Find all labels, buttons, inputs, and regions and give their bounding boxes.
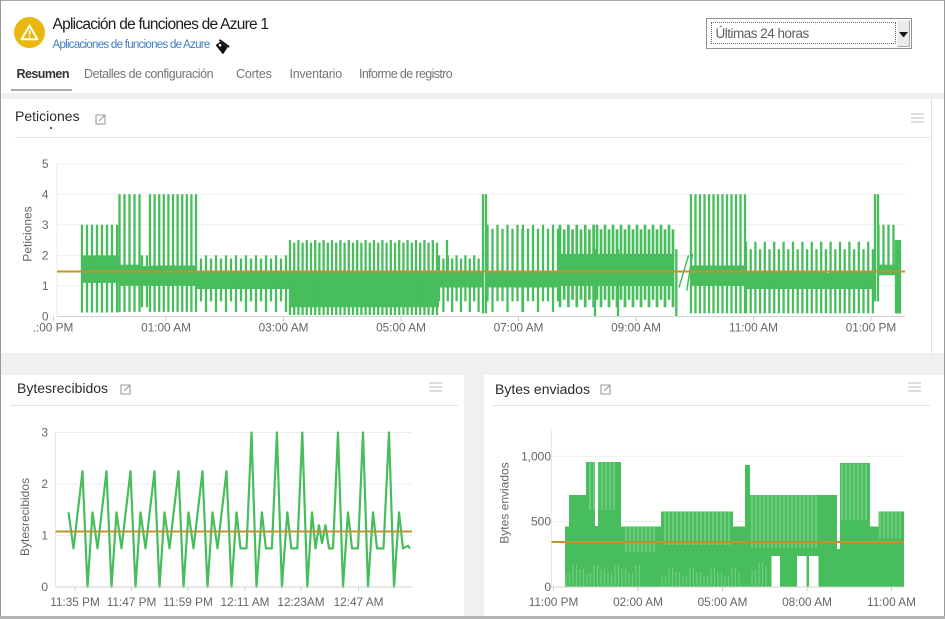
svg-text:3: 3: [42, 218, 49, 232]
svg-text:07:00 AM: 07:00 AM: [494, 321, 544, 335]
svg-text:11:00 AM: 11:00 AM: [729, 321, 778, 335]
svg-text:01:00 PM: 01:00 PM: [846, 321, 897, 335]
svg-text:08:00 AM: 08:00 AM: [782, 595, 832, 609]
svg-text:11:00 AM: 11:00 AM: [867, 595, 916, 609]
svg-text:2: 2: [42, 248, 49, 262]
svg-text:05:00 AM: 05:00 AM: [376, 321, 426, 335]
svg-text:1: 1: [41, 529, 48, 543]
svg-text:Bytesrecibidos: Bytesrecibidos: [18, 478, 32, 556]
svg-text:4: 4: [42, 187, 49, 201]
svg-text:500: 500: [531, 515, 551, 529]
svg-text:Bytes enviados: Bytes enviados: [498, 462, 512, 543]
svg-text:11:59 PM: 11:59 PM: [163, 595, 213, 609]
svg-text:11:47 PM: 11:47 PM: [107, 595, 157, 609]
svg-text:3: 3: [41, 426, 48, 440]
svg-text:11:00 PM: 11:00 PM: [24, 321, 74, 335]
svg-text:5: 5: [42, 157, 49, 171]
svg-text:12:11 AM: 12:11 AM: [221, 595, 270, 609]
svg-text:0: 0: [544, 580, 551, 594]
svg-text:12:23AM: 12:23AM: [277, 595, 324, 609]
svg-text:11:00 PM: 11:00 PM: [529, 595, 579, 609]
svg-text:12:47 AM: 12:47 AM: [334, 595, 384, 609]
svg-text:1: 1: [42, 279, 49, 293]
svg-text:11:35 PM: 11:35 PM: [50, 595, 100, 609]
svg-text:03:00 AM: 03:00 AM: [259, 321, 309, 335]
svg-text:0: 0: [41, 580, 48, 594]
svg-text:02:00 AM: 02:00 AM: [613, 595, 663, 609]
svg-text:2: 2: [41, 477, 48, 491]
svg-text:Peticiones: Peticiones: [21, 206, 35, 261]
svg-text:05:00 AM: 05:00 AM: [698, 595, 748, 609]
svg-text:1,000: 1,000: [521, 449, 551, 463]
svg-text:01:00 AM: 01:00 AM: [141, 321, 191, 335]
svg-text:09:00 AM: 09:00 AM: [611, 321, 661, 335]
